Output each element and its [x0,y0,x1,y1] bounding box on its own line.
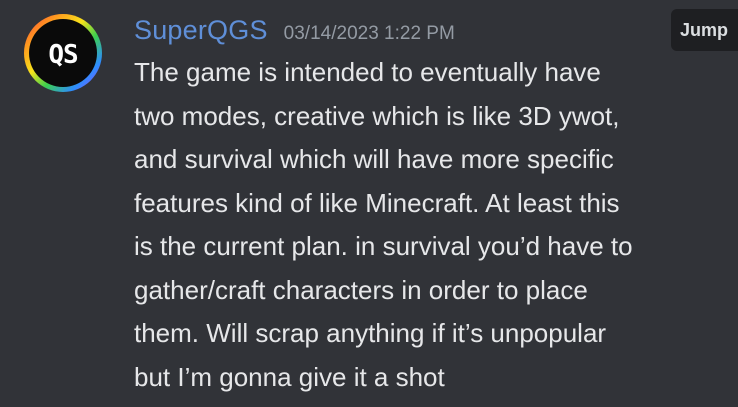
message-line: is the current plan. in survival you’d h… [134,231,633,261]
message-line: two modes, creative which is like 3D ywo… [134,100,620,131]
avatar[interactable]: QS [22,12,104,94]
username[interactable]: SuperQGS [134,12,268,48]
qs-logo-avatar-icon: QS [24,14,102,92]
jump-button[interactable]: Jump [671,9,738,51]
message-line: but I’m gonna give it a shot [134,361,445,392]
message-content: The game is intended to eventually have … [134,51,734,399]
message-line: gather/craft characters in order to plac… [134,274,588,305]
message-line: them. Will scrap anything if it’s unpopu… [134,318,607,348]
chat-message: QS SuperQGS 03/14/2023 1:22 PM Jump The … [0,0,738,407]
message-line: features kind of like Minecraft. At leas… [134,187,620,218]
message-header: SuperQGS 03/14/2023 1:22 PM [134,12,455,48]
message-line: The game is intended to eventually have [134,57,601,87]
timestamp[interactable]: 03/14/2023 1:22 PM [284,16,455,52]
message-line: and survival which will have more specif… [134,144,614,174]
avatar-logo-text: QS [48,40,78,70]
